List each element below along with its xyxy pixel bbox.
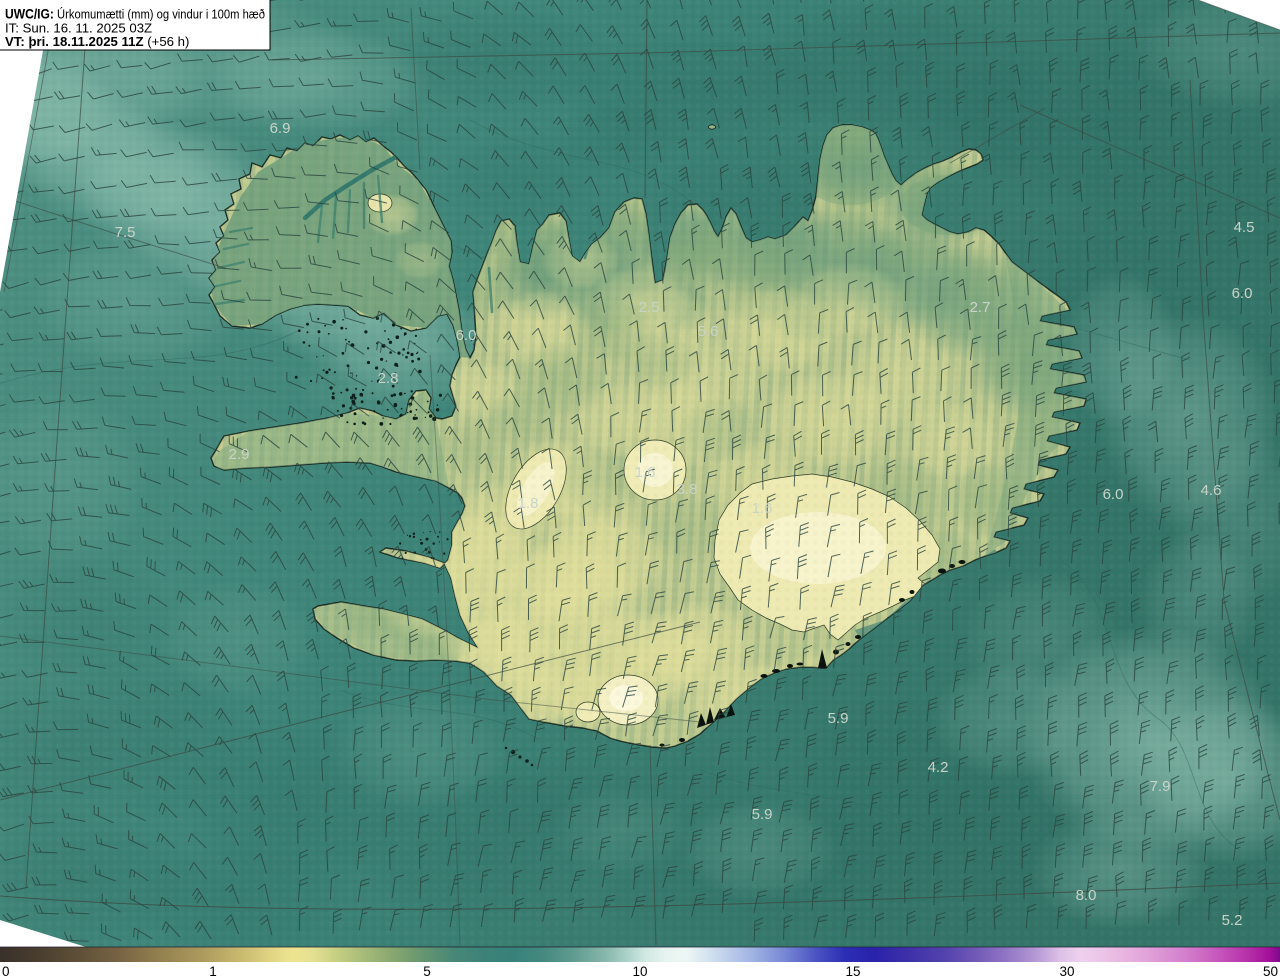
svg-text:5.9: 5.9: [828, 710, 849, 727]
svg-text:5: 5: [423, 964, 431, 978]
svg-text:4.5: 4.5: [1234, 219, 1255, 236]
svg-text:7.5: 7.5: [115, 224, 136, 241]
svg-text:6.9: 6.9: [270, 120, 291, 137]
svg-text:6.0: 6.0: [456, 327, 477, 344]
svg-text:1.6: 1.6: [635, 464, 656, 481]
svg-text:0: 0: [2, 964, 10, 978]
svg-text:1.8: 1.8: [518, 495, 539, 512]
svg-text:8.0: 8.0: [1076, 887, 1097, 904]
svg-text:50: 50: [1263, 964, 1278, 978]
svg-text:4.2: 4.2: [928, 759, 949, 776]
svg-text:UWC/IG: Úrkomumætti (mm) og vi: UWC/IG: Úrkomumætti (mm) og vindur i 100…: [5, 6, 265, 22]
svg-text:2.7: 2.7: [970, 299, 991, 316]
svg-text:1.6: 1.6: [752, 500, 773, 517]
svg-text:30: 30: [1059, 964, 1074, 978]
svg-text:1: 1: [209, 964, 217, 978]
svg-text:10: 10: [632, 964, 647, 978]
svg-text:6.0: 6.0: [1232, 285, 1253, 302]
svg-text:4.6: 4.6: [1201, 482, 1222, 499]
svg-text:6.0: 6.0: [1103, 486, 1124, 503]
svg-text:VT: þri. 18.11.2025 11Z (+56 h: VT: þri. 18.11.2025 11Z (+56 h): [5, 34, 189, 49]
svg-text:3.8: 3.8: [677, 481, 698, 498]
svg-text:2.9: 2.9: [229, 446, 250, 463]
svg-text:7.9: 7.9: [1150, 778, 1171, 795]
svg-text:2.8: 2.8: [378, 370, 399, 387]
svg-text:2.5: 2.5: [639, 299, 660, 316]
svg-text:5.6: 5.6: [698, 323, 719, 340]
svg-text:5.2: 5.2: [1222, 912, 1243, 929]
svg-text:5.9: 5.9: [752, 806, 773, 823]
svg-text:15: 15: [845, 964, 860, 978]
